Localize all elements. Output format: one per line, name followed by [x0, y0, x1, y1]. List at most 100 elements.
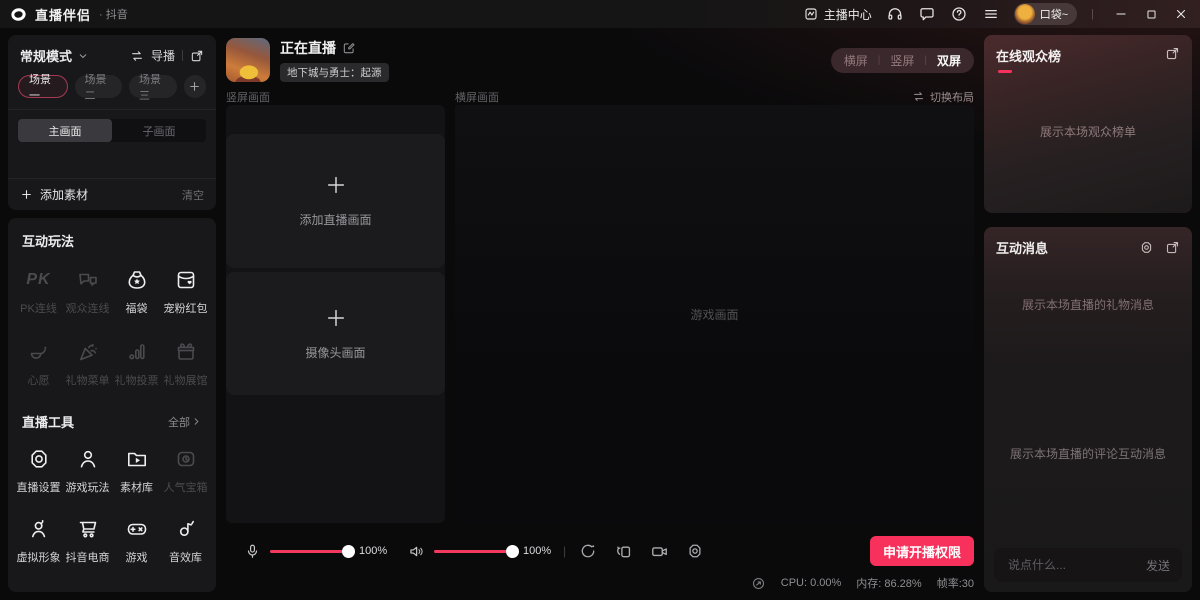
tool-item-label: 虚拟形象	[17, 549, 61, 565]
scene-tabs: 场景一 场景二 场景三	[8, 65, 216, 98]
tools-panel-header: 直播工具 全部	[8, 412, 216, 431]
view-tabs: 主画面 子画面	[18, 119, 206, 142]
close-button[interactable]	[1168, 2, 1194, 26]
tool-item-virtual-avatar[interactable]: 虚拟形象	[14, 517, 63, 565]
scene-tab-1[interactable]: 场景一	[18, 75, 68, 98]
app-logo-icon	[10, 6, 27, 23]
chat-input-bar: 发送	[994, 548, 1182, 582]
interact-item-gift-vote[interactable]: 礼物投票	[112, 340, 161, 388]
camera-icon[interactable]	[650, 542, 669, 561]
message-panel-actions	[1139, 240, 1180, 255]
anchor-center-button[interactable]: 主播中心	[803, 6, 872, 23]
popout-icon[interactable]	[1165, 240, 1180, 255]
interact-item-lucky-bag[interactable]: 福袋	[112, 268, 161, 316]
stage-header: 正在直播 地下城与勇士：起源 横屏 | 竖屏 | 双屏	[226, 35, 974, 85]
message-panel-title: 互动消息	[996, 238, 1048, 257]
landscape-view-label: 横屏画面	[455, 89, 912, 105]
edit-icon[interactable]	[342, 41, 356, 55]
switch-layout-label: 切换布局	[930, 89, 974, 105]
add-live-view-slot[interactable]: 添加直播画面	[226, 134, 445, 268]
user-account-button[interactable]: 口袋~	[1014, 3, 1077, 25]
speaker-volume-slider[interactable]	[434, 544, 518, 558]
interact-item-gift-menu[interactable]: 礼物菜单	[63, 340, 112, 388]
chat-input[interactable]	[1006, 557, 1138, 573]
switch-layout-button[interactable]: 切换布局	[912, 89, 974, 105]
titlebar-actions: 主播中心 口袋~ |	[803, 2, 1194, 26]
center-stage: 正在直播 地下城与勇士：起源 横屏 | 竖屏 | 双屏 竖屏画面	[226, 35, 974, 592]
lucky-bag-icon	[125, 268, 149, 292]
game-preview[interactable]: 游戏画面	[455, 105, 974, 523]
restore-icon[interactable]	[579, 542, 597, 560]
tab-sub-view[interactable]: 子画面	[112, 119, 206, 142]
scene-panel-header: 常规模式 导播	[8, 35, 216, 65]
director-label[interactable]: 导播	[151, 47, 175, 64]
tool-item-sound-library[interactable]: 音效库	[161, 517, 210, 565]
divider	[182, 50, 183, 61]
tool-item-games[interactable]: 游戏	[112, 517, 161, 565]
performance-icon[interactable]	[751, 576, 766, 591]
interact-item-gift-hall[interactable]: 礼物展馆	[161, 340, 210, 388]
clear-button[interactable]: 清空	[182, 187, 204, 203]
tab-main-view[interactable]: 主画面	[18, 119, 112, 142]
music-note-icon	[174, 517, 198, 541]
tool-item-popularity-chest[interactable]: 人气宝箱	[161, 447, 210, 495]
plus-icon	[325, 174, 347, 196]
mic-volume-slider[interactable]	[270, 544, 354, 558]
tool-item-label: 直播设置	[17, 479, 61, 495]
scene-mode-label[interactable]: 常规模式	[20, 46, 72, 65]
interact-item-pk[interactable]: PK PK连线	[14, 268, 63, 316]
tool-item-label: 游戏玩法	[66, 479, 110, 495]
divider: |	[924, 55, 927, 66]
gear-icon[interactable]	[1139, 240, 1154, 255]
camera-view-label: 摄像头画面	[305, 344, 365, 361]
cpu-usage: CPU: 0.00%	[781, 577, 842, 589]
interact-item-wish[interactable]: 心愿	[14, 340, 63, 388]
tools-all-label: 全部	[168, 414, 190, 430]
app-subtitle: · 抖音	[99, 6, 128, 22]
popout-icon[interactable]	[1165, 46, 1180, 61]
tool-item-douyin-ecommerce[interactable]: 抖音电商	[63, 517, 112, 565]
popout-icon[interactable]	[190, 49, 204, 63]
interact-item-fan-red-packet[interactable]: 宠粉红包	[161, 268, 210, 316]
mic-volume-value: 100%	[359, 545, 392, 557]
quick-action-buttons	[579, 542, 704, 561]
interact-item-label: 礼物展馆	[164, 372, 208, 388]
memory-usage: 内存: 86.28%	[856, 575, 921, 591]
camera-view-slot[interactable]: 摄像头画面	[226, 272, 445, 395]
add-material-button[interactable]: 添加素材	[40, 186, 88, 203]
screen-flip-icon[interactable]	[614, 542, 633, 561]
add-scene-button[interactable]	[184, 75, 207, 98]
slider-knob[interactable]	[342, 545, 355, 558]
tool-item-live-settings[interactable]: 直播设置	[14, 447, 63, 495]
tool-item-material-library[interactable]: 素材库	[112, 447, 161, 495]
gamepad-icon	[125, 517, 149, 541]
tools-grid: 直播设置 游戏玩法 素材库	[8, 447, 216, 565]
mode-dual[interactable]: 双屏	[937, 52, 961, 69]
settings-icon[interactable]	[686, 542, 704, 560]
interact-item-audience-link[interactable]: 观众连线	[63, 268, 112, 316]
tools-all-link[interactable]: 全部	[168, 414, 202, 430]
mode-portrait[interactable]: 竖屏	[890, 52, 914, 69]
help-icon[interactable]	[950, 5, 968, 23]
menu-icon[interactable]	[982, 5, 1000, 23]
apply-broadcast-button[interactable]: 申请开播权限	[870, 536, 974, 566]
interact-item-label: 福袋	[126, 300, 148, 316]
features-panel: 互动玩法 PK PK连线 观众连线	[8, 218, 216, 592]
microphone-icon[interactable]	[244, 543, 261, 560]
game-view-label: 游戏画面	[690, 306, 738, 323]
minimize-button[interactable]	[1108, 2, 1134, 26]
avatar-icon	[27, 517, 51, 541]
username: 口袋~	[1040, 6, 1068, 22]
scene-tab-2[interactable]: 场景二	[75, 75, 123, 98]
speaker-icon[interactable]	[408, 543, 425, 560]
headset-icon[interactable]	[886, 5, 904, 23]
tool-item-game-play[interactable]: 游戏玩法	[63, 447, 112, 495]
slider-knob[interactable]	[506, 545, 519, 558]
audience-panel-tab[interactable]: 在线观众榜	[996, 46, 1061, 73]
scene-tab-3[interactable]: 场景三	[129, 75, 177, 98]
mode-landscape[interactable]: 横屏	[844, 52, 868, 69]
send-button[interactable]: 发送	[1146, 557, 1170, 574]
media-folder-icon	[125, 447, 149, 471]
maximize-button[interactable]	[1138, 2, 1164, 26]
chat-bubble-icon[interactable]	[918, 5, 936, 23]
